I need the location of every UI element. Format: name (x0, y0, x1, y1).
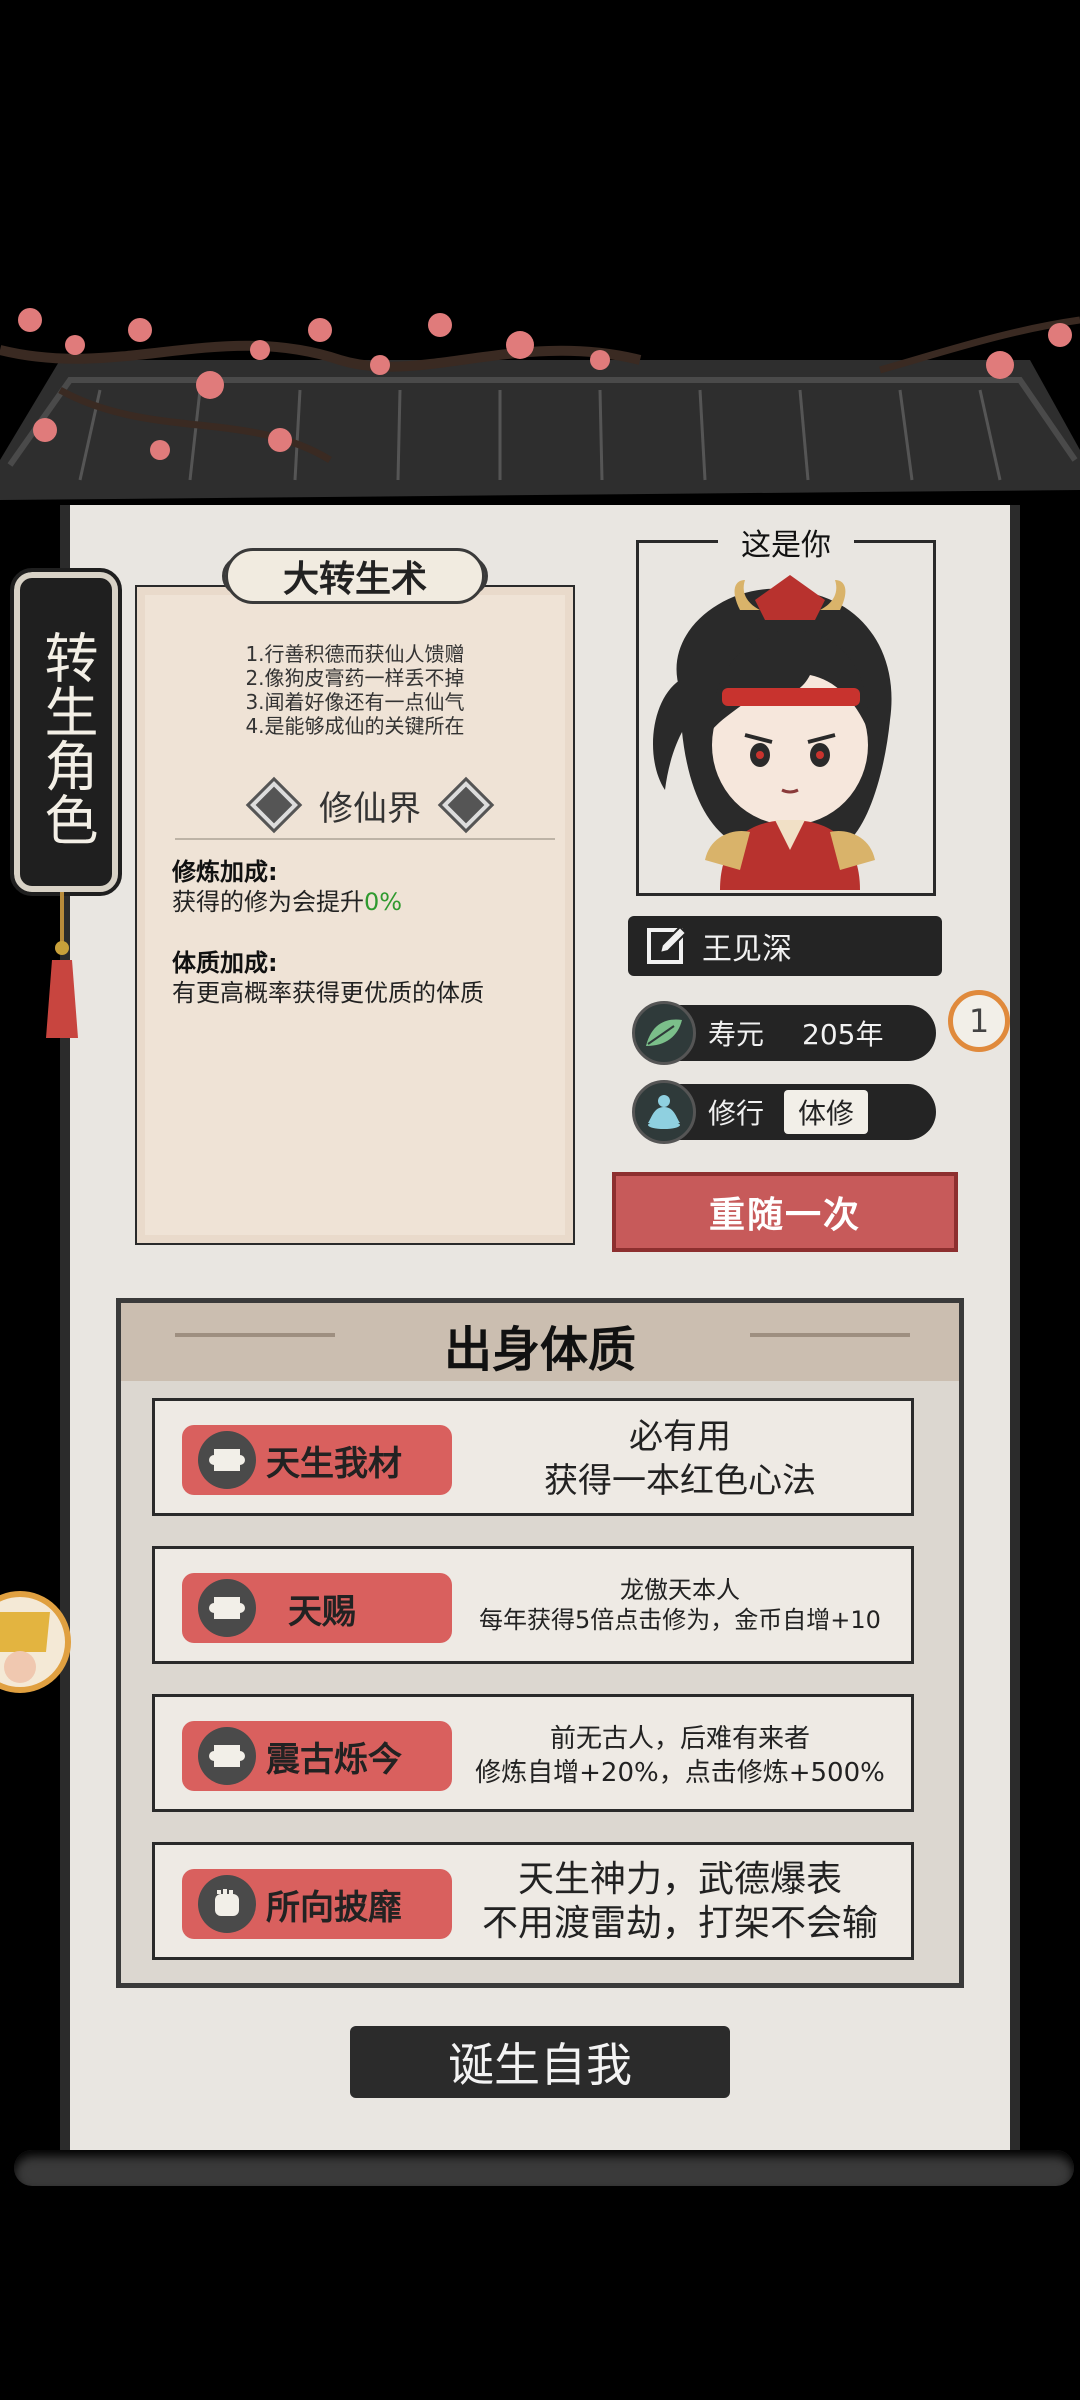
origin-title: 出身体质 (443, 1322, 636, 1378)
realm-header: 修仙界 (200, 775, 540, 835)
trait-desc-line: 龙傲天本人 (620, 1576, 740, 1604)
confirm-birth-button[interactable]: 诞生自我 (350, 2026, 730, 2098)
trait-badge: 所向披靡 (182, 1869, 452, 1939)
diamond-ornament-icon (437, 776, 495, 834)
tip-item: 4.是能够成仙的关键所在 (245, 714, 465, 738)
trait-description: 天生神力，武德爆表 不用渡雷劫，打架不会输 (455, 1858, 905, 1946)
banner-label: 转生角色 (35, 630, 98, 846)
scroll-title: 大转生术 (282, 559, 427, 600)
trait-desc-line: 必有用 (629, 1417, 731, 1457)
trait-badge: 天赐 (182, 1573, 452, 1643)
cultivation-bonus-text: 获得的修为会提升0% (172, 882, 402, 917)
diamond-ornament-icon (245, 776, 303, 834)
trait-badge: 震古烁今 (182, 1721, 452, 1791)
scroll-icon (198, 1579, 256, 1637)
cultivation-label: 修行 (708, 1097, 765, 1130)
cultivation-type-bar: 修行 体修 (632, 1080, 936, 1144)
meditation-icon (632, 1080, 696, 1144)
tassel-icon (46, 941, 78, 1038)
cultivation-bonus-desc: 获得的修为会提升 (172, 888, 364, 916)
bottom-beam (14, 2150, 1074, 2186)
trait-name: 所向披靡 (266, 1887, 402, 1928)
tip-item: 1.行善积德而获仙人馈赠 (245, 642, 465, 666)
divider (175, 838, 555, 840)
constitution-bonus-text: 有更高概率获得更优质的体质 (172, 979, 484, 1007)
trait-description: 龙傲天本人 每年获得5倍点击修为，金币自增+10 (455, 1575, 905, 1635)
rebirth-character-banner: 转生角色 (10, 568, 122, 896)
trait-desc-line: 不用渡雷劫，打架不会输 (481, 1903, 878, 1944)
tip-item: 2.像狗皮膏药一样丢不掉 (245, 666, 465, 690)
fist-icon (198, 1875, 256, 1933)
portrait-tag: 这是你 (741, 528, 831, 563)
character-name: 王见深 (702, 932, 792, 967)
roof-with-plum-blossoms (0, 308, 1080, 530)
tips-list: 1.行善积德而获仙人馈赠 2.像狗皮膏药一样丢不掉 3.闻着好像还有一点仙气 4… (160, 642, 550, 738)
lifespan-label: 寿元 (708, 1018, 765, 1051)
scroll-title-plate: 大转生术 (225, 548, 485, 604)
leaf-icon (632, 1001, 696, 1065)
scroll-icon (198, 1727, 256, 1785)
trait-desc-line: 天生神力，武德爆表 (517, 1859, 842, 1900)
trait-name: 震古烁今 (266, 1739, 402, 1780)
character-portrait[interactable] (640, 570, 932, 890)
trait-badge: 天生我材 (182, 1425, 452, 1495)
cultivation-type-badge: 体修 (784, 1090, 869, 1134)
trait-desc-line: 前无古人，后难有来者 (549, 1724, 810, 1754)
trait-name: 天生我材 (266, 1443, 402, 1484)
realm-label: 修仙界 (319, 788, 421, 829)
reroll-button[interactable]: 重随一次 (612, 1172, 958, 1252)
edit-icon[interactable] (646, 925, 688, 967)
trait-name: 天赐 (288, 1591, 356, 1632)
reroll-counter-badge: 1 (948, 990, 1010, 1052)
floating-avatar-icon[interactable] (0, 1572, 72, 1712)
character-name-bar[interactable]: 王见深 (628, 916, 942, 976)
tassel-cord (60, 892, 64, 942)
scroll-icon (198, 1431, 256, 1489)
trait-desc-line: 每年获得5倍点击修为，金币自增+10 (479, 1606, 881, 1634)
lifespan-value: 205年 (802, 1018, 884, 1051)
trait-desc-line: 获得一本红色心法 (544, 1461, 816, 1501)
trait-description: 必有用 获得一本红色心法 (455, 1415, 905, 1503)
trait-desc-line: 修炼自增+20%，点击修炼+500% (475, 1758, 885, 1788)
lifespan-bar: 寿元 205年 (632, 1001, 936, 1065)
tip-item: 3.闻着好像还有一点仙气 (245, 690, 465, 714)
trait-description: 前无古人，后难有来者 修炼自增+20%，点击修炼+500% (455, 1722, 905, 1790)
cultivation-bonus-percent: 0% (364, 888, 403, 916)
